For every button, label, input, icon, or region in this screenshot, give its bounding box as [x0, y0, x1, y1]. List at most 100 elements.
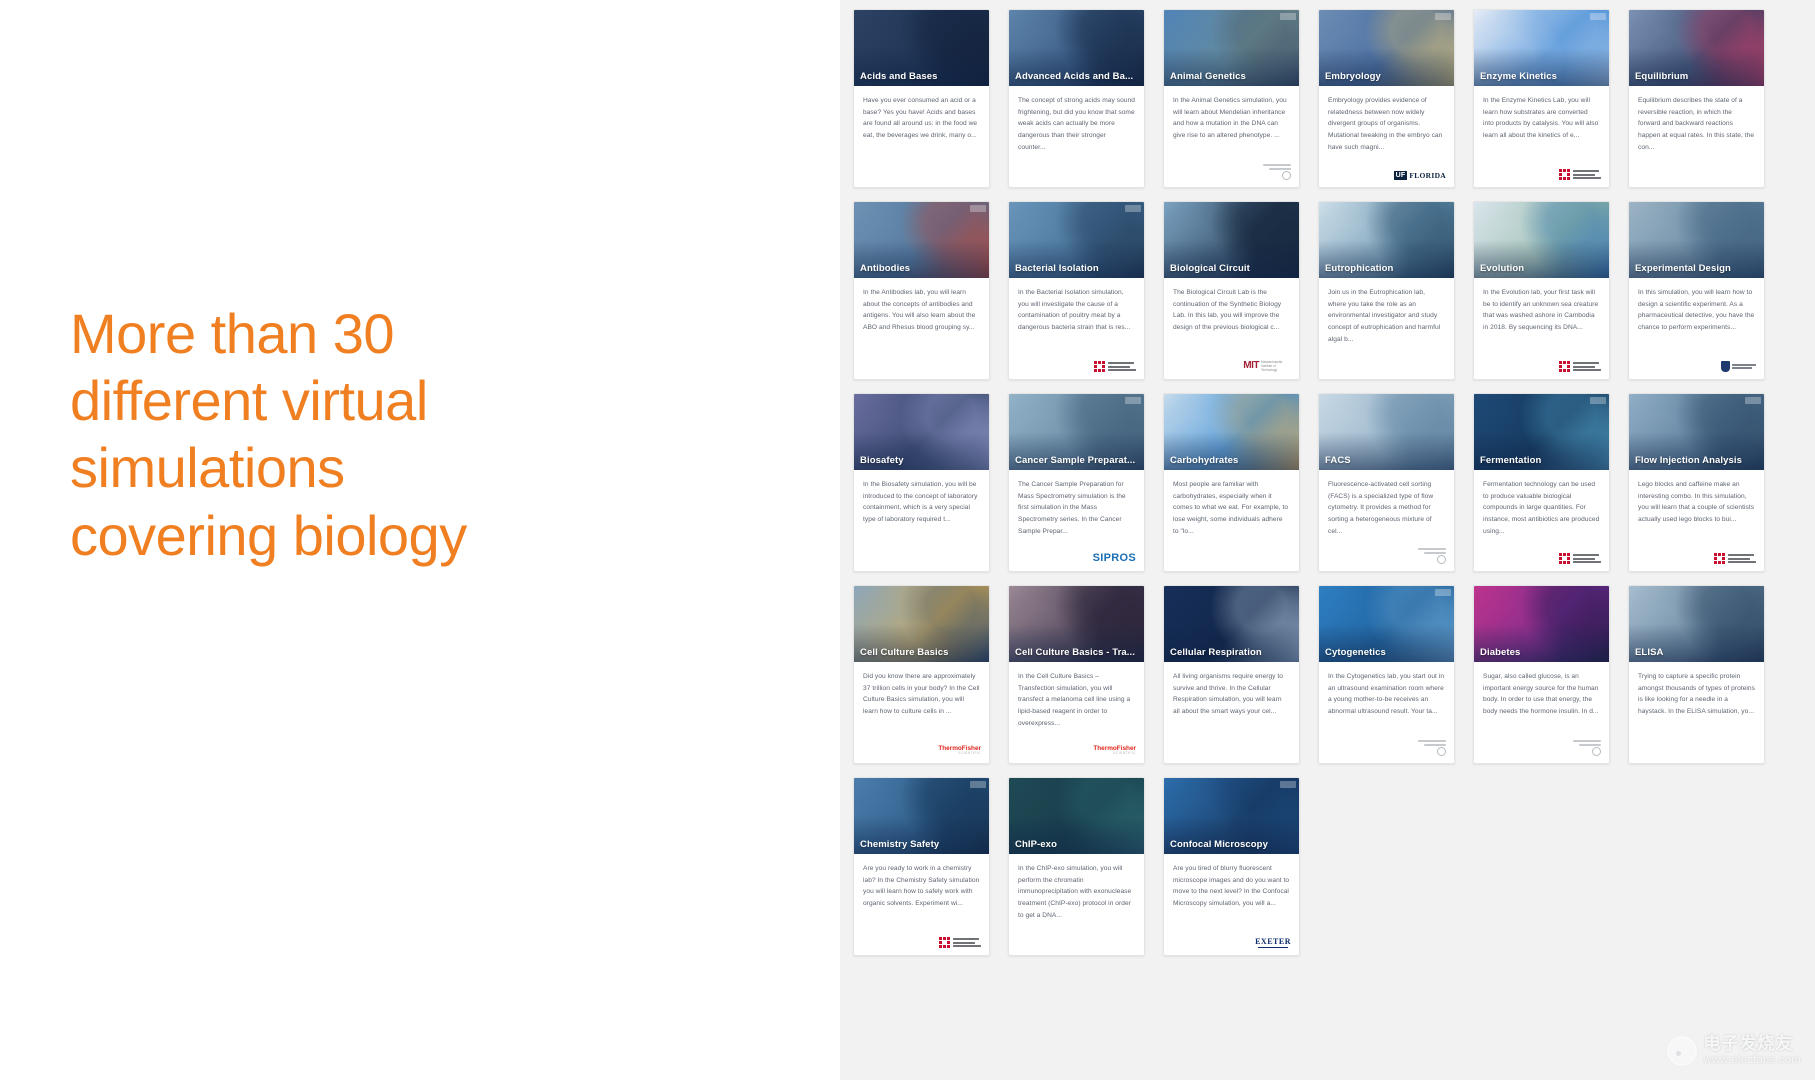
simulation-card[interactable]: FACS Fluorescence-activated cell sorting …	[1318, 393, 1455, 572]
card-body: In the Biosafety simulation, you will be…	[854, 470, 989, 571]
card-title: Evolution	[1480, 263, 1525, 274]
logo-sipros-icon: SIPROS	[1092, 552, 1136, 564]
simulation-card[interactable]: Eutrophication Join us in the Eutrophicat…	[1318, 201, 1455, 380]
card-body: In the Enzyme Kinetics Lab, you will lea…	[1474, 86, 1609, 187]
simulation-card[interactable]: Flow Injection Analysis Lego blocks and c…	[1628, 393, 1765, 572]
card-description: All living organisms require energy to s…	[1173, 673, 1284, 716]
card-description: In the ChIP-exo simulation, you will per…	[1018, 865, 1132, 919]
card-title: Confocal Microscopy	[1170, 839, 1268, 850]
card-body: Join us in the Eutrophication lab, where…	[1319, 278, 1454, 379]
card-body: In the Evolution lab, your first task wi…	[1474, 278, 1609, 379]
card-partner-logo	[1714, 550, 1756, 564]
card-body: In the Animal Genetics simulation, you w…	[1164, 86, 1299, 187]
card-partner-logo: ThermoFisher SCIENTIFIC	[938, 742, 981, 756]
card-body: All living organisms require energy to s…	[1164, 662, 1299, 763]
simulation-card[interactable]: Diabetes Sugar, also called glucose, is a…	[1473, 585, 1610, 764]
card-body: In the Cytogenetics lab, you start out i…	[1319, 662, 1454, 763]
card-thumbnail: Biological Circuit	[1164, 202, 1299, 278]
simulation-card[interactable]: Experimental Design In this simulation, y…	[1628, 201, 1765, 380]
thumbnail-badge	[970, 205, 986, 212]
simulation-card[interactable]: Cellular Respiration All living organisms…	[1163, 585, 1300, 764]
card-title: Biological Circuit	[1170, 263, 1250, 274]
thumbnail-badge	[1435, 589, 1451, 596]
card-body: Most people are familiar with carbohydra…	[1164, 470, 1299, 571]
simulation-card[interactable]: Cancer Sample Preparat... The Cancer Samp…	[1008, 393, 1145, 572]
card-description: Most people are familiar with carbohydra…	[1173, 481, 1289, 535]
card-body: Sugar, also called glucose, is an import…	[1474, 662, 1609, 763]
card-thumbnail: Cell Culture Basics - Tra...	[1009, 586, 1144, 662]
card-body: In the Bacterial Isolation simulation, y…	[1009, 278, 1144, 379]
card-thumbnail: Diabetes	[1474, 586, 1609, 662]
card-partner-logo	[1418, 740, 1446, 756]
card-thumbnail: Cellular Respiration	[1164, 586, 1299, 662]
logo-partner-icon	[1573, 740, 1601, 756]
simulation-card[interactable]: Advanced Acids and Ba... The concept of s…	[1008, 9, 1145, 188]
simulation-card[interactable]: Evolution In the Evolution lab, your firs…	[1473, 201, 1610, 380]
card-partner-logo	[1418, 548, 1446, 564]
watermark: 电子发烧友 www.elecfans.com	[1666, 1034, 1802, 1066]
card-partner-logo: MIT Massachusetts Institute of Technology	[1243, 358, 1291, 372]
simulation-card[interactable]: Carbohydrates Most people are familiar wi…	[1163, 393, 1300, 572]
card-partner-logo: EXETER	[1255, 934, 1291, 948]
card-body: The concept of strong acids may sound fr…	[1009, 86, 1144, 187]
simulation-card[interactable]: Confocal Microscopy Are you tired of blur…	[1163, 777, 1300, 956]
card-thumbnail: Carbohydrates	[1164, 394, 1299, 470]
headline-text: More than 30 different virtual simulatio…	[70, 302, 467, 567]
card-description: In the Biosafety simulation, you will be…	[863, 481, 978, 524]
simulation-card[interactable]: Antibodies In the Antibodies lab, you wil…	[853, 201, 990, 380]
simulation-card[interactable]: Chemistry Safety Are you ready to work in…	[853, 777, 990, 956]
card-description: Fluorescence-activated cell sorting (FAC…	[1328, 481, 1434, 535]
card-thumbnail: Acids and Bases	[854, 10, 989, 86]
card-description: Embryology provides evidence of relatedn…	[1328, 97, 1443, 151]
logo-dtu-icon	[1094, 361, 1136, 372]
card-thumbnail: Antibodies	[854, 202, 989, 278]
slide-root: More than 30 different virtual simulatio…	[0, 0, 1815, 1080]
logo-dtu-icon	[939, 937, 981, 948]
simulation-card[interactable]: Enzyme Kinetics In the Enzyme Kinetics La…	[1473, 9, 1610, 188]
thumbnail-badge	[1125, 205, 1141, 212]
card-title: Chemistry Safety	[860, 839, 940, 850]
thumbnail-badge	[1590, 13, 1606, 20]
simulation-card[interactable]: Biosafety In the Biosafety simulation, yo…	[853, 393, 990, 572]
simulation-card[interactable]: Cell Culture Basics Did you know there ar…	[853, 585, 990, 764]
card-thumbnail: Fermentation	[1474, 394, 1609, 470]
card-description: Fermentation technology can be used to p…	[1483, 481, 1600, 535]
logo-partner-icon	[1418, 548, 1446, 564]
card-thumbnail: FACS	[1319, 394, 1454, 470]
card-title: Cellular Respiration	[1170, 647, 1262, 658]
card-thumbnail: Chemistry Safety	[854, 778, 989, 854]
card-title: Eutrophication	[1325, 263, 1394, 274]
card-description: In the Evolution lab, your first task wi…	[1483, 289, 1599, 332]
simulation-card[interactable]: Fermentation Fermentation technology can …	[1473, 393, 1610, 572]
thumbnail-badge	[1280, 781, 1296, 788]
card-title: Cytogenetics	[1325, 647, 1386, 658]
card-body: Equilibrium describes the state of a rev…	[1629, 86, 1764, 187]
simulation-card[interactable]: Embryology Embryology provides evidence o…	[1318, 9, 1455, 188]
simulation-card[interactable]: Cytogenetics In the Cytogenetics lab, you…	[1318, 585, 1455, 764]
simulation-card[interactable]: Bacterial Isolation In the Bacterial Isol…	[1008, 201, 1145, 380]
simulation-card[interactable]: Equilibrium Equilibrium describes the sta…	[1628, 9, 1765, 188]
thumbnail-badge	[970, 781, 986, 788]
card-body: Are you tired of blurry fluorescent micr…	[1164, 854, 1299, 955]
card-title: ELISA	[1635, 647, 1664, 658]
simulation-card[interactable]: Acids and Bases Have you ever consumed an…	[853, 9, 990, 188]
simulation-catalog-panel: Acids and Bases Have you ever consumed an…	[840, 0, 1815, 1080]
card-title: FACS	[1325, 455, 1351, 466]
simulation-card[interactable]: ELISA Trying to capture a specific protei…	[1628, 585, 1765, 764]
watermark-cn-label: 电子发烧友	[1703, 1034, 1794, 1055]
card-thumbnail: Animal Genetics	[1164, 10, 1299, 86]
card-description: Sugar, also called glucose, is an import…	[1483, 673, 1599, 716]
simulation-card[interactable]: ChIP-exo In the ChIP-exo simulation, you …	[1008, 777, 1145, 956]
card-partner-logo	[1263, 164, 1291, 180]
logo-mit-icon: MIT Massachusetts Institute of Technology	[1243, 360, 1283, 372]
logo-uf-florida-icon: UF FLORIDA	[1393, 170, 1446, 180]
simulation-card[interactable]: Cell Culture Basics - Tra... In the Cell …	[1008, 585, 1145, 764]
simulation-card[interactable]: Biological Circuit The Biological Circuit…	[1163, 201, 1300, 380]
left-text-panel: More than 30 different virtual simulatio…	[0, 0, 840, 1080]
card-body: In the ChIP-exo simulation, you will per…	[1009, 854, 1144, 955]
card-title: Fermentation	[1480, 455, 1542, 466]
card-body: The Cancer Sample Preparation for Mass S…	[1009, 470, 1144, 571]
simulation-card[interactable]: Animal Genetics In the Animal Genetics si…	[1163, 9, 1300, 188]
card-body: Did you know there are approximately 37 …	[854, 662, 989, 763]
card-description: Equilibrium describes the state of a rev…	[1638, 97, 1755, 151]
